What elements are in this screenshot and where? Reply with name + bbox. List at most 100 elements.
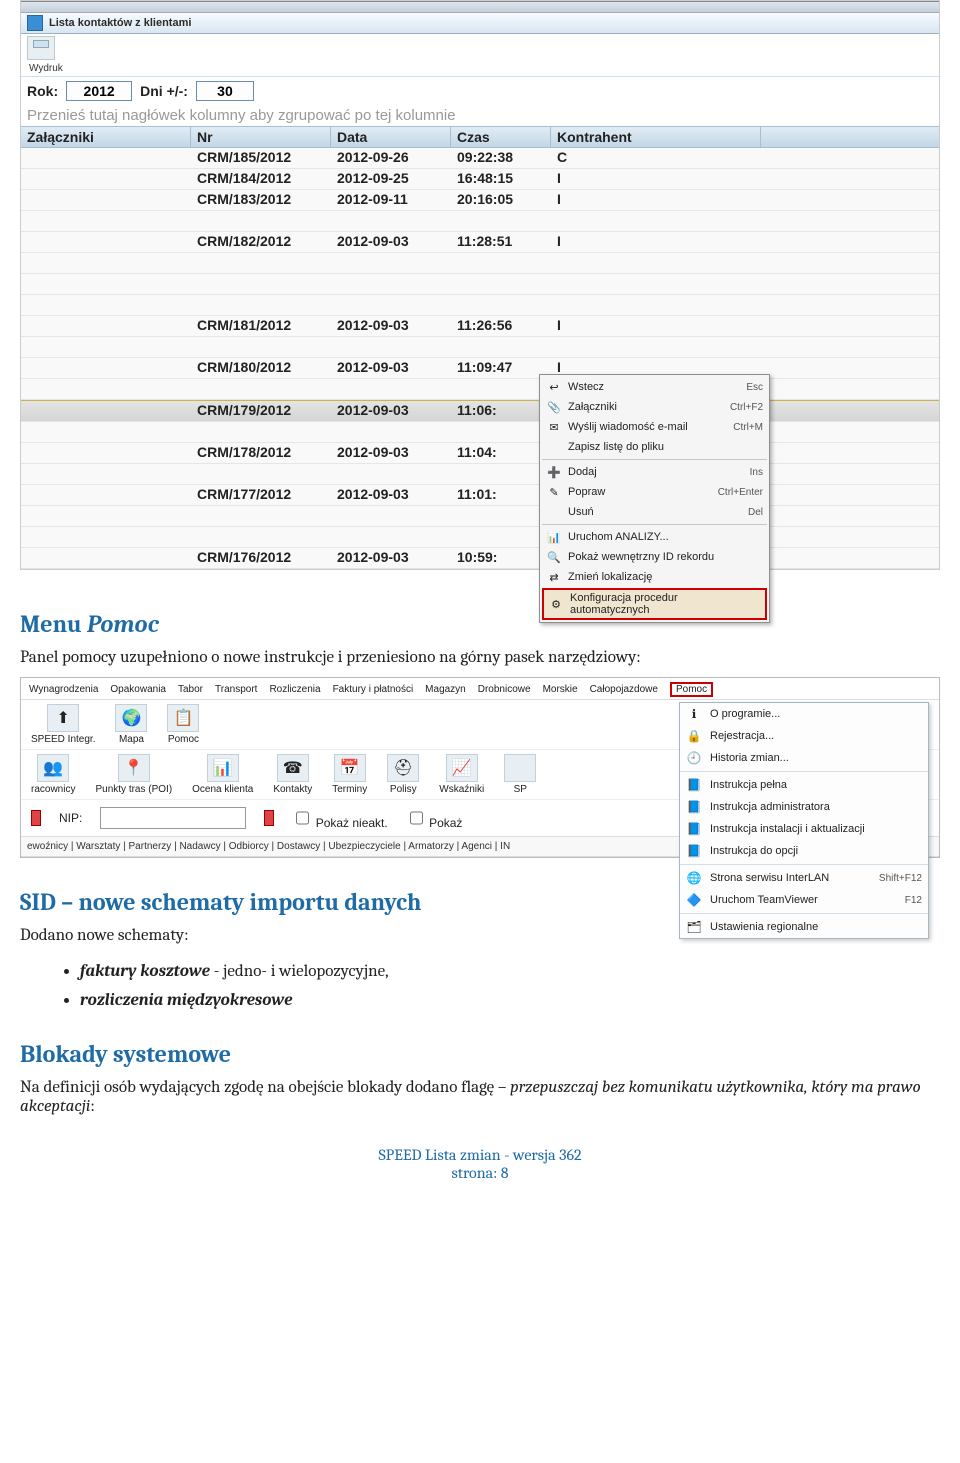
table-row[interactable] (21, 506, 939, 527)
dropdown-item[interactable]: 📘Instrukcja pełna (680, 774, 928, 796)
dropdown-item[interactable]: 🔒Rejestracja... (680, 725, 928, 747)
menu-icon: 🔍 (546, 549, 562, 565)
days-input[interactable] (196, 81, 254, 101)
table-body: CRM/185/20122012-09-2609:22:38CCRM/184/2… (21, 148, 939, 569)
tab-wynagrodzenia[interactable]: Wynagrodzenia (29, 684, 98, 695)
dropdown-icon: 🕘 (686, 750, 702, 766)
dropdown-icon: 📘 (686, 799, 702, 815)
section-menu-pomoc-title: Menu Pomoc (20, 610, 940, 638)
table-row[interactable] (21, 337, 939, 358)
tab-całopojazdowe[interactable]: Całopojazdowe (590, 684, 658, 695)
menu-icon: ⚙ (548, 596, 564, 612)
dropdown-item[interactable]: 📘Instrukcja administratora (680, 796, 928, 818)
menu-item[interactable]: ✉Wyślij wiadomość e-mailCtrl+M (542, 417, 767, 437)
menu-item[interactable]: UsuńDel (542, 502, 767, 522)
print-icon[interactable] (27, 36, 55, 60)
table-row[interactable]: S . (21, 379, 939, 400)
menu-item[interactable]: 📎ZałącznikiCtrl+F2 (542, 397, 767, 417)
dropdown-icon: 📘 (686, 821, 702, 837)
table-row[interactable]: CRM/185/20122012-09-2609:22:38C (21, 148, 939, 169)
tab-rozliczenia[interactable]: Rozliczenia (269, 684, 320, 695)
table-header: Załączniki Nr Data Czas Kontrahent (21, 126, 939, 148)
tab-transport[interactable]: Transport (215, 684, 257, 695)
menu-item[interactable]: ↩WsteczEsc (542, 377, 767, 397)
col-nr[interactable]: Nr (191, 127, 331, 147)
dropdown-item[interactable]: 🔷Uruchom TeamViewerF12 (680, 889, 928, 911)
context-menu: ↩WsteczEsc📎ZałącznikiCtrl+F2✉Wyślij wiad… (539, 374, 770, 623)
table-row[interactable]: CRM/176/20122012-09-0310:59: (21, 548, 939, 569)
red-marker-icon (31, 810, 41, 826)
page-footer: SPEED Lista zmian - wersja 362 strona: 8 (20, 1146, 940, 1182)
main-tabs: Wynagrodzenia Opakowania Tabor Transport Roz… (21, 678, 939, 700)
screenshot-contact-list: Lista kontaktów z klientami Wydruk Rok: … (20, 0, 940, 570)
section-blokady-title: Blokady systemowe (20, 1040, 940, 1068)
tab-pomoc[interactable]: Pomoc (670, 682, 713, 697)
dropdown-icon: ℹ (686, 706, 702, 722)
table-row[interactable]: CRM/181/20122012-09-0311:26:56I (21, 316, 939, 337)
menu-item[interactable]: Zapisz listę do pliku (542, 437, 767, 457)
menu-item[interactable]: ⚙Konfiguracja procedur automatycznych (542, 588, 767, 620)
toolbar-button[interactable]: SP (504, 754, 536, 795)
col-contractor[interactable]: Kontrahent (551, 127, 761, 147)
dropdown-icon: 🔒 (686, 728, 702, 744)
table-row[interactable]: CRM/179/20122012-09-0311:06: (21, 400, 939, 422)
dropdown-item[interactable]: ℹO programie... (680, 703, 928, 725)
menu-item[interactable]: ⇄Zmień lokalizację (542, 567, 767, 587)
dropdown-icon: 📘 (686, 777, 702, 793)
table-row[interactable]: CRM/177/20122012-09-0311:01: (21, 485, 939, 506)
tab-faktury i płatności[interactable]: Faktury i płatności (333, 684, 414, 695)
menu-item[interactable]: ➕DodajIns (542, 462, 767, 482)
menu-item[interactable]: 📊Uruchom ANALIZY... (542, 527, 767, 547)
table-row[interactable]: CRM/180/20122012-09-0311:09:47I (21, 358, 939, 379)
toolbar-button[interactable]: 📍Punkty tras (POI) (95, 754, 172, 795)
toolbar-button[interactable]: 📈Wskaźniki (439, 754, 484, 795)
table-row[interactable] (21, 295, 939, 316)
dropdown-item[interactable]: 📘Instrukcja instalacji i aktualizacji (680, 818, 928, 840)
sid-bullet-list: faktury kosztowe - jedno- i wielopozycyj… (20, 962, 940, 1010)
toolbar-button[interactable]: ☎Kontakty (273, 754, 312, 795)
table-row[interactable] (21, 211, 939, 232)
table-row[interactable] (21, 464, 939, 485)
chk-show[interactable]: Pokaż (406, 806, 463, 830)
dropdown-item[interactable]: 🗂Ustawienia regionalne (680, 916, 928, 938)
dropdown-icon: 📘 (686, 843, 702, 859)
year-input[interactable] (66, 81, 132, 101)
table-row[interactable]: CRM/184/20122012-09-2516:48:15I (21, 169, 939, 190)
col-date[interactable]: Data (331, 127, 451, 147)
col-time[interactable]: Czas (451, 127, 551, 147)
dropdown-item[interactable]: 📘Instrukcja do opcji (680, 840, 928, 862)
toolbar-button[interactable]: 📋Pomoc (167, 704, 199, 745)
table-row[interactable] (21, 253, 939, 274)
table-row[interactable]: CRM/178/20122012-09-0311:04: (21, 443, 939, 464)
tab-morskie[interactable]: Morskie (543, 684, 578, 695)
menu-item[interactable]: 🔍Pokaż wewnętrzny ID rekordu (542, 547, 767, 567)
toolbar-button[interactable]: 📅Terminy (332, 754, 367, 795)
menu-item[interactable]: ✎PoprawCtrl+Enter (542, 482, 767, 502)
toolbar-button[interactable]: ⬆SPEED Integr. (31, 704, 95, 745)
toolbar-icon: 📅 (334, 754, 366, 782)
dropdown-item[interactable]: 🌐Strona serwisu InterLANShift+F12 (680, 867, 928, 889)
nip-input[interactable] (100, 807, 246, 829)
chk-inactive[interactable]: Pokaż nieakt. (292, 806, 387, 830)
tab-magazyn[interactable]: Magazyn (425, 684, 466, 695)
toolbar-button[interactable]: ⛑Polisy (387, 754, 419, 795)
tab-drobnicowe[interactable]: Drobnicowe (478, 684, 531, 695)
dropdown-icon: 🗂 (686, 919, 702, 935)
tab-opakowania[interactable]: Opakowania (110, 684, 166, 695)
toolbar-button[interactable]: 🌍Mapa (115, 704, 147, 745)
table-row[interactable]: CRM/182/20122012-09-0311:28:51I (21, 232, 939, 253)
menu-icon: ➕ (546, 464, 562, 480)
print-label[interactable]: Wydruk (29, 63, 63, 74)
toolbar-button[interactable]: 👥racownicy (31, 754, 75, 795)
col-attachments[interactable]: Załączniki (21, 127, 191, 147)
tab-tabor[interactable]: Tabor (178, 684, 203, 695)
dropdown-item[interactable]: 🕘Historia zmian... (680, 747, 928, 769)
table-row[interactable] (21, 527, 939, 548)
list-item: faktury kosztowe - jedno- i wielopozycyj… (80, 962, 940, 981)
table-row[interactable] (21, 274, 939, 295)
toolbar-button[interactable]: 📊Ocena klienta (192, 754, 253, 795)
table-row[interactable]: CRM/183/20122012-09-1120:16:05I (21, 190, 939, 211)
app-icon (27, 15, 43, 31)
section-menu-pomoc-body: Panel pomocy uzupełniono o nowe instrukc… (20, 648, 940, 667)
table-row[interactable] (21, 422, 939, 443)
